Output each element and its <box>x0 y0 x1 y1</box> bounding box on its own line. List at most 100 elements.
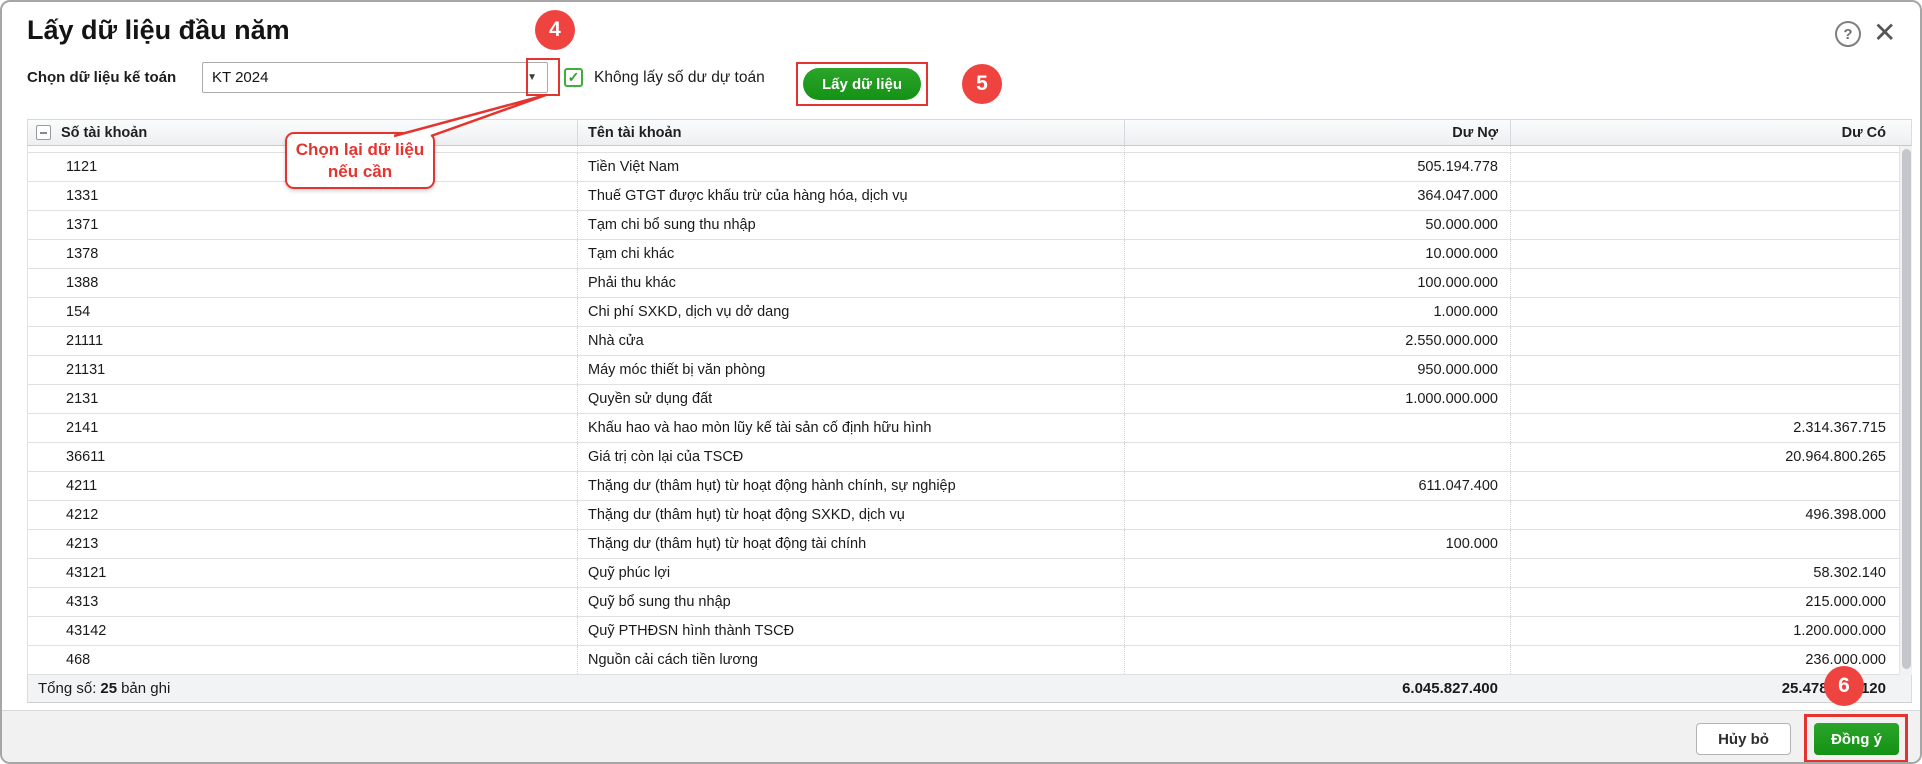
cell-ten-tai-khoan: Máy móc thiết bị văn phòng <box>577 356 1124 384</box>
cell-du-co: 58.302.140 <box>1510 559 1900 587</box>
cell-so-tai-khoan: 36611 <box>66 449 106 465</box>
dialog-footer-bar <box>2 710 1920 762</box>
table-row[interactable]: 21111 Nhà cửa 2.550.000.000 <box>28 327 1899 356</box>
cell-du-no: 10.000.000 <box>1124 240 1510 268</box>
cell-du-no <box>1124 588 1510 616</box>
step-badge-6: 6 <box>1824 666 1864 706</box>
cell-du-no: 611.047.400 <box>1124 472 1510 500</box>
table-row[interactable]: 4213 Thặng dư (thâm hụt) từ hoạt động tà… <box>28 530 1899 559</box>
cell-so-tai-khoan: 43121 <box>66 565 107 581</box>
annotation-callout: Chọn lại dữ liệu nếu cần <box>285 132 435 189</box>
cell-ten-tai-khoan: Nguồn cải cách tiền lương <box>577 646 1124 674</box>
table-row[interactable]: 21131 Máy móc thiết bị văn phòng 950.000… <box>28 356 1899 385</box>
table-row[interactable]: 4211 Thặng dư (thâm hụt) từ hoạt động hà… <box>28 472 1899 501</box>
page-title: Lấy dữ liệu đầu năm <box>27 15 290 45</box>
cell-ten-tai-khoan: Chi phí SXKD, dịch vụ dở dang <box>577 298 1124 326</box>
table-row[interactable]: 4212 Thặng dư (thâm hụt) từ hoạt động SX… <box>28 501 1899 530</box>
header-du-no[interactable]: Dư Nợ <box>1124 120 1510 145</box>
select-all-checkbox-indeterminate[interactable] <box>36 125 51 140</box>
table-row[interactable]: 468 Nguồn cải cách tiền lương 236.000.00… <box>28 646 1899 675</box>
help-icon[interactable]: ? <box>1835 21 1861 47</box>
cell-du-co <box>1510 211 1900 239</box>
table-footer: Tổng số: 25 bản ghi 6.045.827.400 25.478… <box>27 675 1912 703</box>
accounting-data-combobox[interactable]: KT 2024 ▼ <box>202 62 548 93</box>
cell-ten-tai-khoan: Tiền Việt Nam <box>577 146 1124 152</box>
cell-so-tai-khoan: 4213 <box>66 536 99 552</box>
cell-du-co: 1.200.000.000 <box>1510 617 1900 645</box>
table-row[interactable]: 1378 Tạm chi khác 10.000.000 <box>28 240 1899 269</box>
cell-so-tai-khoan: 4313 <box>66 594 99 610</box>
table-row[interactable]: 43142 Quỹ PTHĐSN hình thành TSCĐ 1.200.0… <box>28 617 1899 646</box>
cancel-button[interactable]: Hủy bỏ <box>1696 723 1791 755</box>
table-row[interactable]: 36611 Giá trị còn lại của TSCĐ 20.964.80… <box>28 443 1899 472</box>
table-row[interactable]: 2131 Quyền sử dụng đất 1.000.000.000 <box>28 385 1899 414</box>
cell-du-no <box>1124 559 1510 587</box>
cell-du-co <box>1510 530 1900 558</box>
data-select-label: Chọn dữ liệu kế toán <box>27 69 177 86</box>
cell-du-no: 105.194.778 <box>1124 146 1510 152</box>
cell-du-co <box>1510 146 1899 152</box>
table-body: 1111 Tiền Việt Nam 105.194.778 1121 Tiền… <box>27 146 1900 675</box>
record-count: Tổng số: 25 bản ghi <box>38 680 171 697</box>
cell-so-tai-khoan: 43142 <box>66 623 107 639</box>
cell-ten-tai-khoan: Quyền sử dụng đất <box>577 385 1124 413</box>
vertical-scrollbar[interactable] <box>1900 146 1912 675</box>
cell-du-co <box>1510 153 1900 181</box>
cell-du-no <box>1124 414 1510 442</box>
annotation-box-ok-button <box>1804 714 1908 762</box>
cell-ten-tai-khoan: Nhà cửa <box>577 327 1124 355</box>
cell-du-no: 505.194.778 <box>1124 153 1510 181</box>
cell-du-co <box>1510 327 1900 355</box>
cell-du-co: 2.314.367.715 <box>1510 414 1900 442</box>
cell-so-tai-khoan: 1378 <box>66 246 99 262</box>
cell-du-no: 2.550.000.000 <box>1124 327 1510 355</box>
cell-so-tai-khoan: 468 <box>66 652 91 668</box>
cell-du-no: 50.000.000 <box>1124 211 1510 239</box>
table-row[interactable]: 1388 Phải thu khác 100.000.000 <box>28 269 1899 298</box>
table-row[interactable]: 154 Chi phí SXKD, dịch vụ dở dang 1.000.… <box>28 298 1899 327</box>
cell-du-no <box>1124 617 1510 645</box>
cell-du-co <box>1510 356 1900 384</box>
cell-du-co: 215.000.000 <box>1510 588 1900 616</box>
annotation-box-get-data-button <box>796 62 928 106</box>
cell-du-no: 364.047.000 <box>1124 182 1510 210</box>
table-row[interactable]: 4313 Quỹ bổ sung thu nhập 215.000.000 <box>28 588 1899 617</box>
close-icon[interactable]: ✕ <box>1873 16 1896 50</box>
cell-so-tai-khoan: 1371 <box>66 217 99 233</box>
cell-du-no <box>1124 501 1510 529</box>
cell-so-tai-khoan: 4212 <box>66 507 99 523</box>
cell-ten-tai-khoan: Tạm chi khác <box>577 240 1124 268</box>
no-budget-balance-checkbox[interactable]: ✓ <box>564 68 583 87</box>
table-row[interactable]: 2141 Khấu hao và hao mòn lũy kế tài sản … <box>28 414 1899 443</box>
cell-so-tai-khoan: 2141 <box>66 420 99 436</box>
cell-du-no: 950.000.000 <box>1124 356 1510 384</box>
cell-ten-tai-khoan: Thặng dư (thâm hụt) từ hoạt động SXKD, d… <box>577 501 1124 529</box>
cell-ten-tai-khoan: Phải thu khác <box>577 269 1124 297</box>
cell-so-tai-khoan: 2131 <box>66 391 99 407</box>
header-scroll-spacer <box>1900 120 1911 145</box>
no-budget-balance-label: Không lấy số dư dự toán <box>594 69 765 86</box>
table-row[interactable]: 43121 Quỹ phúc lợi 58.302.140 <box>28 559 1899 588</box>
header-du-co[interactable]: Dư Có <box>1510 120 1900 145</box>
cell-ten-tai-khoan: Khấu hao và hao mòn lũy kế tài sản cố đị… <box>577 414 1124 442</box>
step-badge-4: 4 <box>535 10 575 50</box>
cell-du-co: 496.398.000 <box>1510 501 1900 529</box>
scrollbar-thumb[interactable] <box>1901 149 1911 669</box>
cell-ten-tai-khoan: Tạm chi bổ sung thu nhập <box>577 211 1124 239</box>
cell-so-tai-khoan: 154 <box>66 304 91 320</box>
cell-du-no: 1.000.000.000 <box>1124 385 1510 413</box>
cell-ten-tai-khoan: Thặng dư (thâm hụt) từ hoạt động hành ch… <box>577 472 1124 500</box>
cell-ten-tai-khoan: Quỹ bổ sung thu nhập <box>577 588 1124 616</box>
cell-du-no <box>1124 646 1510 674</box>
cell-du-co <box>1510 269 1900 297</box>
table-row[interactable]: 1371 Tạm chi bổ sung thu nhập 50.000.000 <box>28 211 1899 240</box>
cell-du-co <box>1510 385 1900 413</box>
cell-du-no: 1.000.000 <box>1124 298 1510 326</box>
header-ten-tai-khoan[interactable]: Tên tài khoản <box>577 120 1124 145</box>
cell-du-co: 20.964.800.265 <box>1510 443 1900 471</box>
annotation-box-dropdown-arrow <box>526 58 560 96</box>
cell-du-no: 100.000.000 <box>1124 269 1510 297</box>
cell-so-tai-khoan: 21111 <box>66 333 104 349</box>
dialog-lay-du-lieu-dau-nam: Lấy dữ liệu đầu năm ? ✕ Chọn dữ liệu kế … <box>0 0 1922 764</box>
cell-du-co <box>1510 298 1900 326</box>
